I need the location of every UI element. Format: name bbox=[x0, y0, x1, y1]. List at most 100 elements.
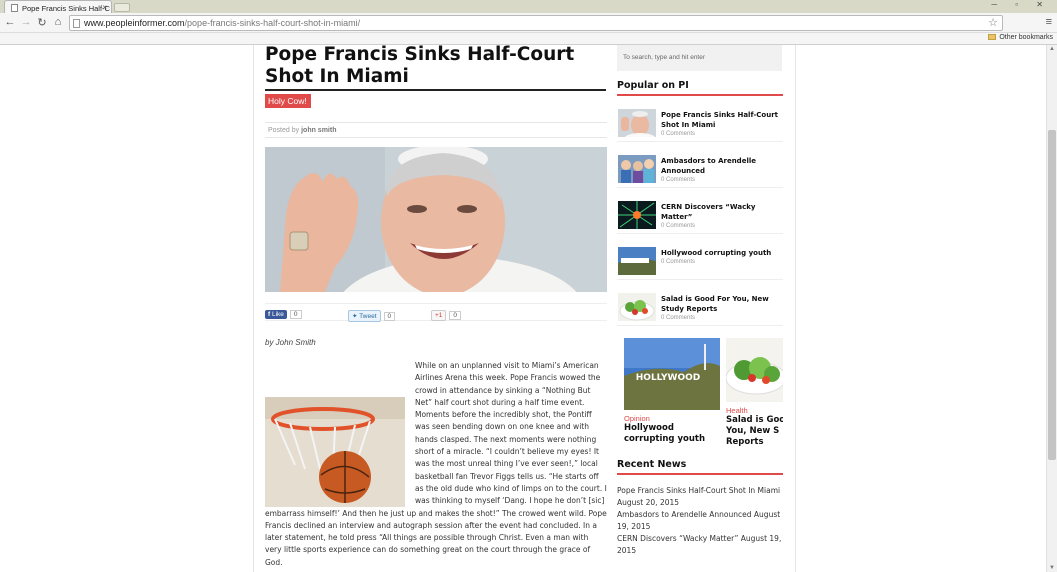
posted-by-label: Posted by bbox=[268, 127, 300, 134]
author-credit: by John Smith bbox=[265, 338, 316, 347]
other-bookmarks-label: Other bookmarks bbox=[999, 34, 1053, 41]
google-plus-button[interactable]: +1 bbox=[431, 310, 447, 321]
popular-thumb bbox=[618, 155, 656, 183]
page-container: Pope Francis Sinks Half-Court Shot In Mi… bbox=[254, 45, 795, 572]
popular-item[interactable]: Salad is Good For You, New Study Reports… bbox=[617, 280, 783, 326]
popular-comments: 0 Comments bbox=[661, 259, 696, 265]
other-bookmarks-button[interactable]: Other bookmarks bbox=[988, 34, 1053, 41]
google-plus-label: +1 bbox=[435, 312, 443, 319]
back-arrow-icon[interactable]: ← bbox=[3, 16, 17, 28]
tab-title: Pope Francis Sinks Half-C bbox=[22, 4, 110, 13]
address-bar[interactable]: www.peopleinformer.com/pope-francis-sink… bbox=[69, 15, 1003, 31]
vertical-scrollbar[interactable]: ▲ ▼ bbox=[1046, 45, 1057, 572]
recent-title[interactable]: CERN Discovers “Wacky Matter” bbox=[617, 534, 738, 543]
category-badge[interactable]: Holy Cow! bbox=[265, 94, 311, 108]
popular-title: Pope Francis Sinks Half-Court Shot In Mi… bbox=[661, 110, 783, 139]
popular-comments: 0 Comments bbox=[661, 131, 696, 137]
hero-image bbox=[265, 147, 607, 292]
carousel-title: Hollywood corrupting youth bbox=[624, 423, 706, 444]
window-controls[interactable]: ─ ▫ ✕ bbox=[991, 0, 1051, 9]
popular-title-text: Hollywood corrupting youth bbox=[661, 249, 772, 257]
basketball-hoop-photo bbox=[265, 397, 405, 507]
popular-comments: 0 Comments bbox=[661, 177, 696, 183]
facebook-like-label: Like bbox=[271, 311, 284, 318]
browser-tab[interactable]: Pope Francis Sinks Half-C × bbox=[4, 0, 112, 14]
google-plus[interactable]: +1 0 bbox=[431, 310, 462, 321]
tweet[interactable]: ✦ Tweet 0 bbox=[348, 310, 396, 322]
popular-title: CERN Discovers “Wacky Matter” 0 Comments bbox=[661, 202, 783, 231]
facebook-like[interactable]: f Like 0 bbox=[265, 310, 302, 320]
popular-item[interactable]: Pope Francis Sinks Half-Court Shot In Mi… bbox=[617, 96, 783, 142]
social-share-bar: f Like 0 ✦ Tweet 0 +1 0 bbox=[265, 303, 607, 322]
popular-thumb bbox=[618, 109, 656, 137]
popular-title-text: Salad is Good For You, New Study Reports bbox=[661, 295, 769, 313]
new-tab-button[interactable] bbox=[114, 3, 130, 12]
article-body: While on an unplanned visit to Miami’s A… bbox=[265, 360, 607, 569]
bookmark-star-icon[interactable]: ☆ bbox=[988, 16, 998, 29]
popular-item[interactable]: Ambasdors to Arendelle Announced 0 Commen… bbox=[617, 142, 783, 188]
featured-carousel: HOLLYWOOD Opinion Hollywood corrupting y… bbox=[617, 326, 783, 456]
facebook-like-button[interactable]: f Like bbox=[265, 310, 287, 319]
browser-menu-icon[interactable]: ≡ bbox=[1046, 16, 1052, 28]
byline: Posted by john smith bbox=[265, 122, 607, 138]
scroll-thumb[interactable] bbox=[1048, 130, 1056, 460]
url-domain: www.peopleinformer.com bbox=[84, 18, 185, 28]
hollywood-sign-text: HOLLYWOOD bbox=[636, 373, 700, 383]
reload-icon[interactable]: ↻ bbox=[35, 16, 49, 29]
sidebar: To search, type and hit enter Popular on… bbox=[617, 45, 783, 557]
scroll-up-arrow-icon[interactable]: ▲ bbox=[1048, 46, 1056, 52]
popular-thumb bbox=[618, 201, 656, 229]
popular-comments: 0 Comments bbox=[661, 223, 696, 229]
recent-news-list: Pope Francis Sinks Half-Court Shot In Mi… bbox=[617, 485, 783, 557]
twitter-bird-icon: ✦ bbox=[352, 313, 358, 320]
popular-widget-title: Popular on PI bbox=[617, 80, 783, 96]
popular-title-text: Pope Francis Sinks Half-Court Shot In Mi… bbox=[661, 111, 779, 129]
tweet-label: Tweet bbox=[359, 313, 377, 320]
carousel-category[interactable]: Opinion bbox=[624, 414, 720, 423]
browser-toolbar: ← → ↻ ⌂ www.peopleinformer.com/pope-fran… bbox=[0, 13, 1057, 33]
popular-comments: 0 Comments bbox=[661, 315, 696, 321]
tweet-count: 0 bbox=[383, 312, 396, 321]
page-favicon-icon bbox=[11, 4, 18, 12]
carousel-item[interactable]: HOLLYWOOD Opinion Hollywood corrupting y… bbox=[624, 338, 720, 445]
author-link[interactable]: john smith bbox=[301, 127, 336, 134]
scroll-down-arrow-icon[interactable]: ▼ bbox=[1048, 565, 1056, 571]
recent-title[interactable]: Pope Francis Sinks Half-Court Shot In Mi… bbox=[617, 486, 780, 495]
recent-item[interactable]: Ambasdors to Arendelle Announced August … bbox=[617, 509, 783, 533]
facebook-count: 0 bbox=[289, 310, 302, 319]
recent-widget-title: Recent News bbox=[617, 459, 783, 475]
popular-title-text: CERN Discovers “Wacky Matter” bbox=[661, 203, 756, 221]
basketball-image bbox=[265, 397, 405, 507]
popular-title: Salad is Good For You, New Study Reports… bbox=[661, 294, 783, 323]
page-viewport: Pope Francis Sinks Half-Court Shot In Mi… bbox=[0, 45, 1046, 572]
forward-arrow-icon[interactable]: → bbox=[19, 16, 33, 28]
bookmarks-bar: Other bookmarks bbox=[0, 33, 1057, 45]
article: Pope Francis Sinks Half-Court Shot In Mi… bbox=[265, 45, 607, 569]
browser-titlebar: Pope Francis Sinks Half-C × ─ ▫ ✕ bbox=[0, 0, 1057, 14]
tweet-button[interactable]: ✦ Tweet bbox=[348, 310, 381, 322]
popular-title: Ambasdors to Arendelle Announced 0 Commen… bbox=[661, 156, 783, 185]
folder-icon bbox=[988, 34, 997, 41]
headline-divider bbox=[265, 89, 606, 91]
popular-item[interactable]: Hollywood corrupting youth 0 Comments bbox=[617, 234, 783, 280]
popular-title-text: Ambasdors to Arendelle Announced bbox=[661, 157, 756, 175]
popular-item[interactable]: CERN Discovers “Wacky Matter” 0 Comments bbox=[617, 188, 783, 234]
carousel-item[interactable]: Health Salad is Goo You, New S Reports bbox=[726, 338, 783, 448]
recent-date: August 20, 2015 bbox=[617, 498, 680, 507]
recent-title[interactable]: Ambasdors to Arendelle Announced bbox=[617, 510, 752, 519]
carousel-image: HOLLYWOOD bbox=[624, 338, 720, 410]
article-headline: Pope Francis Sinks Half-Court Shot In Mi… bbox=[265, 45, 575, 87]
popular-thumb bbox=[618, 293, 656, 321]
carousel-image bbox=[726, 338, 783, 410]
url-path: /pope-francis-sinks-half-court-shot-in-m… bbox=[184, 18, 361, 28]
google-plus-count: 0 bbox=[449, 311, 462, 320]
home-icon[interactable]: ⌂ bbox=[51, 16, 65, 28]
popular-thumb bbox=[618, 247, 656, 275]
recent-item[interactable]: CERN Discovers “Wacky Matter” August 19,… bbox=[617, 533, 783, 557]
tab-close-icon[interactable]: × bbox=[102, 3, 107, 12]
recent-item[interactable]: Pope Francis Sinks Half-Court Shot In Mi… bbox=[617, 485, 783, 509]
pope-photo bbox=[265, 147, 607, 292]
carousel-title: Salad is Goo You, New S Reports bbox=[726, 415, 783, 447]
popular-title: Hollywood corrupting youth 0 Comments bbox=[661, 248, 783, 267]
search-input[interactable]: To search, type and hit enter bbox=[617, 45, 782, 71]
